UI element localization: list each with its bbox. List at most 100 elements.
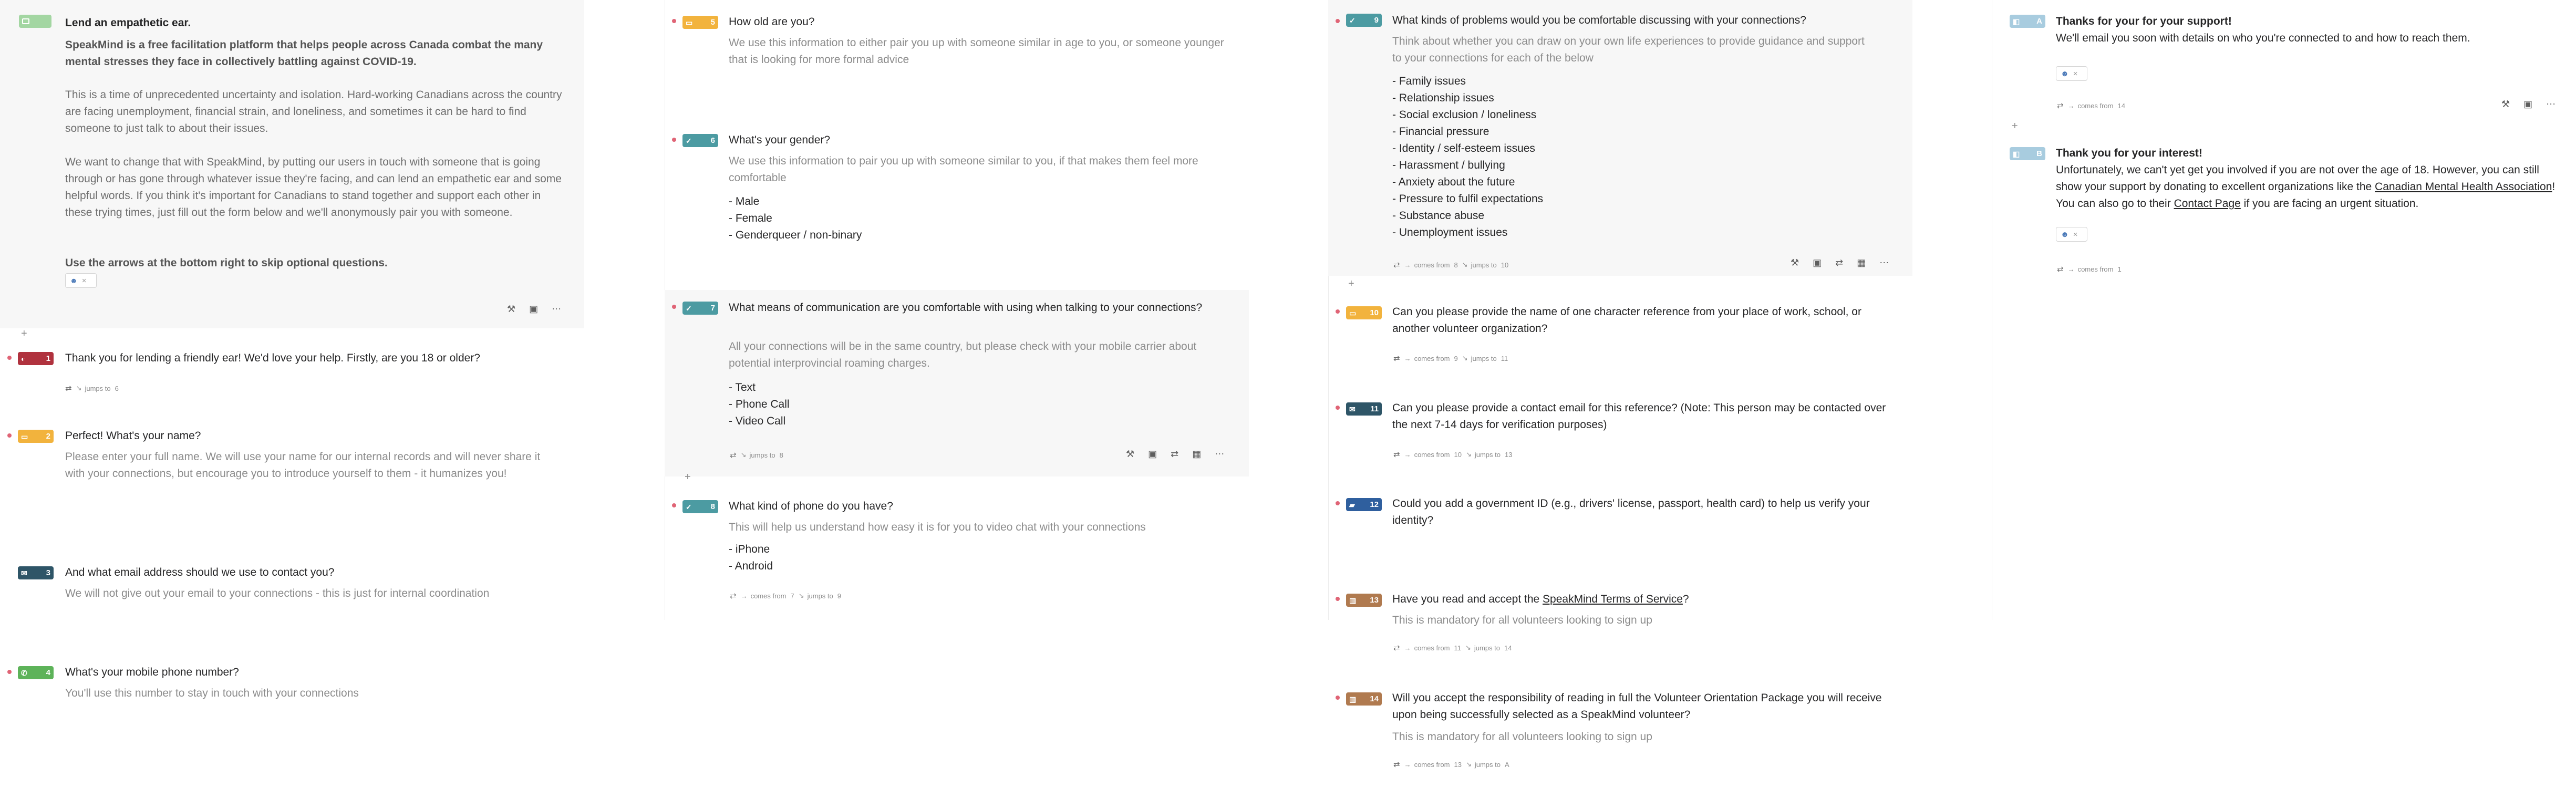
image-icon[interactable]: ▣ bbox=[529, 304, 538, 315]
more-icon[interactable]: ⋯ bbox=[1879, 257, 1889, 268]
cmha-link[interactable]: Canadian Mental Health Association bbox=[2375, 181, 2552, 193]
logic-icon[interactable]: ⇄ bbox=[730, 450, 737, 460]
logic-icon[interactable]: ⇄ bbox=[730, 591, 737, 600]
question-badge-6: ✓ 6 bbox=[682, 134, 718, 147]
more-icon[interactable]: ⋯ bbox=[552, 304, 561, 315]
calculator-icon[interactable]: ▦ bbox=[1192, 449, 1201, 460]
question-badge-8: ✓ 8 bbox=[682, 500, 718, 513]
settings-icon[interactable]: ⚒ bbox=[2501, 99, 2510, 110]
jumps-icon: ↘ bbox=[1465, 760, 1472, 768]
add-question-button[interactable]: + bbox=[2012, 121, 2018, 131]
phone-icon: ✆ bbox=[21, 668, 27, 677]
question-card-11[interactable]: ✉ 11 Can you please provide a contact em… bbox=[1328, 393, 1912, 466]
settings-icon[interactable]: ⚒ bbox=[507, 304, 515, 315]
logic-icon[interactable]: ⇄ bbox=[65, 383, 72, 393]
required-indicator bbox=[1336, 597, 1340, 601]
required-indicator bbox=[7, 356, 12, 360]
required-indicator bbox=[672, 305, 676, 309]
question-description-14: This is mandatory for all volunteers loo… bbox=[1392, 731, 1652, 743]
required-indicator bbox=[1336, 696, 1340, 700]
question-card-13[interactable]: ▥ 13 Have you read and accept the SpeakM… bbox=[1328, 584, 1912, 658]
mail-icon: ✉ bbox=[1349, 405, 1356, 413]
jumps-icon: ↘ bbox=[1465, 644, 1471, 651]
question-logic-8: ⇄ → comes from 7 ↘ jumps to 9 bbox=[730, 591, 841, 600]
comes-icon: → bbox=[2067, 101, 2075, 110]
logic-icon[interactable]: ⇄ bbox=[1393, 643, 1400, 652]
add-question-button[interactable]: + bbox=[1348, 278, 1354, 289]
logic-icon[interactable]: ⇄ bbox=[2057, 101, 2064, 110]
welcome-screen-card[interactable]: Lend an empathetic ear. SpeakMind is a f… bbox=[0, 0, 584, 328]
question-card-10[interactable]: ▭ 10 Can you please provide the name of … bbox=[1328, 297, 1912, 370]
logic-icon[interactable]: ⇄ bbox=[1393, 760, 1400, 769]
question-card-9[interactable]: ✓ 9 What kinds of problems would you be … bbox=[1328, 0, 1912, 276]
thankyou-image-chip-a[interactable]: ☻ × bbox=[2056, 66, 2087, 81]
settings-icon[interactable]: ⚒ bbox=[1126, 449, 1134, 460]
calculator-icon[interactable]: ▦ bbox=[1857, 257, 1866, 268]
option-item: - Unemployment issues bbox=[1392, 226, 1508, 239]
contact-page-link[interactable]: Contact Page bbox=[2174, 198, 2241, 210]
thankyou-icon: ◧ bbox=[2013, 149, 2020, 158]
comes-icon: → bbox=[1404, 354, 1411, 362]
question-card-8[interactable]: ✓ 8 What kind of phone do you have? This… bbox=[665, 491, 1249, 607]
logic-icon[interactable]: ⇄ bbox=[1171, 449, 1178, 460]
more-icon[interactable]: ⋯ bbox=[1215, 449, 1224, 460]
more-icon[interactable]: ⋯ bbox=[2546, 99, 2556, 110]
welcome-image-chip[interactable]: ☻ × bbox=[65, 273, 97, 288]
option-item: - Harassment / bullying bbox=[1392, 159, 1505, 171]
required-indicator bbox=[7, 433, 12, 438]
social-icon: ☻ bbox=[2061, 69, 2069, 78]
question-title-6: What's your gender? bbox=[729, 134, 831, 146]
add-question-button[interactable]: + bbox=[685, 472, 691, 482]
terms-of-service-link[interactable]: SpeakMind Terms of Service bbox=[1543, 593, 1683, 605]
question-card-14[interactable]: ▥ 14 Will you accept the responsibility … bbox=[1328, 683, 1912, 777]
option-item: - Genderqueer / non-binary bbox=[729, 229, 862, 241]
welcome-title: Lend an empathetic ear. bbox=[65, 17, 191, 29]
thankyou-card-a[interactable]: ◧ A Thanks for your for your support! We… bbox=[1992, 0, 2576, 118]
thankyou-card-b[interactable]: ◧ B Thank you for your interest! Unfortu… bbox=[1992, 142, 2576, 284]
logic-icon[interactable]: ⇄ bbox=[1835, 257, 1843, 268]
welcome-badge bbox=[19, 15, 51, 28]
remove-icon[interactable]: × bbox=[82, 276, 87, 285]
question-logic-9: ⇄ → comes from 8 ↘ jumps to 10 bbox=[1393, 260, 1509, 269]
remove-icon[interactable]: × bbox=[2073, 69, 2078, 78]
welcome-hint: Use the arrows at the bottom right to sk… bbox=[65, 257, 388, 269]
legal-icon: ▥ bbox=[1349, 596, 1357, 605]
question-card-6[interactable]: ✓ 6 What's your gender? We use this info… bbox=[665, 126, 1249, 252]
question-description-6: We use this information to pair you up w… bbox=[729, 155, 1198, 184]
thankyou-image-chip-b[interactable]: ☻ × bbox=[2056, 227, 2087, 242]
add-question-button[interactable]: + bbox=[21, 328, 27, 339]
question-card-1[interactable]: ◐ 1 Thank you for lending a friendly ear… bbox=[0, 343, 584, 400]
thankyou-title-a: Thanks for your for your support! bbox=[2056, 15, 2232, 27]
logic-icon[interactable]: ⇄ bbox=[2057, 264, 2064, 274]
comes-icon: → bbox=[1404, 450, 1411, 459]
option-item: - Phone Call bbox=[729, 398, 790, 410]
thankyou-badge-b: ◧ B bbox=[2010, 147, 2045, 160]
logic-icon[interactable]: ⇄ bbox=[1393, 260, 1400, 269]
remove-icon[interactable]: × bbox=[2073, 230, 2078, 239]
logic-icon[interactable]: ⇄ bbox=[1393, 450, 1400, 459]
image-icon[interactable]: ▣ bbox=[1813, 257, 1822, 268]
question-card-4[interactable]: ✆ 4 What's your mobile phone number? You… bbox=[0, 657, 584, 709]
welcome-icon bbox=[22, 18, 29, 24]
thankyou-toolbar-a: ⚒ ▣ ⋯ bbox=[2501, 99, 2556, 110]
question-card-5[interactable]: ▭ 5 How old are you? We use this informa… bbox=[665, 0, 1249, 84]
image-icon[interactable]: ▣ bbox=[2523, 99, 2532, 110]
comes-icon: → bbox=[1404, 261, 1411, 269]
question-card-3[interactable]: ✉ 3 And what email address should we use… bbox=[0, 557, 584, 620]
image-icon[interactable]: ▣ bbox=[1148, 449, 1157, 460]
settings-icon[interactable]: ⚒ bbox=[1791, 257, 1799, 268]
check-icon: ✓ bbox=[686, 304, 692, 313]
thankyou-description-a: We'll email you soon with details on who… bbox=[2056, 32, 2470, 44]
option-item: - iPhone bbox=[729, 543, 770, 555]
question-badge-3: ✉ 3 bbox=[18, 566, 54, 579]
question-card-12[interactable]: ▰ 12 Could you add a government ID (e.g.… bbox=[1328, 489, 1912, 552]
question-card-7[interactable]: ✓ 7 What means of communication are you … bbox=[665, 290, 1249, 476]
logic-icon[interactable]: ⇄ bbox=[1393, 354, 1400, 363]
question-logic-13: ⇄ → comes from 11 ↘ jumps to 14 bbox=[1393, 643, 1512, 652]
question-toolbar-9: ⚒ ▣ ⇄ ▦ ⋯ bbox=[1791, 257, 1889, 268]
question-logic-14: ⇄ → comes from 13 ↘ jumps to A bbox=[1393, 760, 1509, 769]
option-item: - Pressure to fulfil expectations bbox=[1392, 193, 1544, 205]
question-title-7: What means of communication are you comf… bbox=[729, 302, 1203, 314]
question-title-1: Thank you for lending a friendly ear! We… bbox=[65, 352, 480, 364]
question-card-2[interactable]: ▭ 2 Perfect! What's your name? Please en… bbox=[0, 420, 584, 504]
